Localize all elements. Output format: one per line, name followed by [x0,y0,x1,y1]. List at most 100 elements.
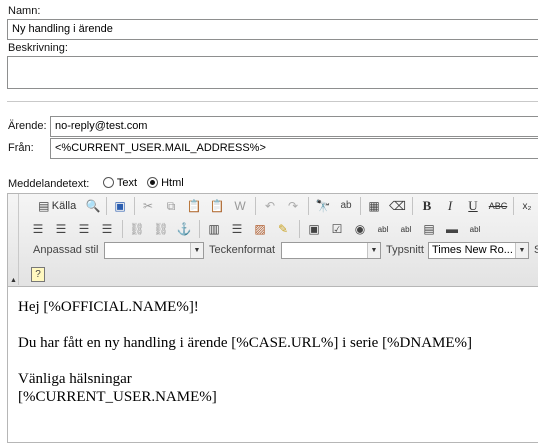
anchor-button[interactable]: ⚓ [175,219,193,239]
strike-button[interactable]: ABC [487,196,509,216]
justify-icon: ☰ [101,222,113,236]
checkbox-button[interactable]: ☑ [328,219,346,239]
about-button[interactable]: ? [29,264,47,284]
hidden-field-button[interactable]: abl [466,219,484,239]
source-button[interactable]: ▤ Källa [31,196,81,216]
redo-icon: ↷ [287,199,299,213]
subject-label: Ärende: [8,120,47,132]
underline-icon: U [468,198,478,213]
chevron-down-icon: ▼ [515,243,528,258]
select-icon: ▤ [423,222,435,236]
italic-button[interactable]: I [441,196,459,216]
radio-html[interactable] [147,177,158,188]
cut-button[interactable]: ✂ [139,196,157,216]
textarea-button[interactable]: abl [397,219,415,239]
replace-button[interactable]: ab [337,196,355,216]
subscript-button[interactable]: x₂ [518,196,536,216]
toolbar-separator [199,220,200,238]
unlink-icon: ⛓ [153,222,169,236]
table-icon: ▥ [208,222,220,236]
toolbar-collapse-strip[interactable] [8,194,19,285]
bold-button[interactable]: B [418,196,436,216]
textfield-button[interactable]: abl [374,219,392,239]
paste-text-icon: 📋 [209,199,225,213]
templates-button[interactable]: ▣ [111,196,129,216]
divider [7,101,538,102]
content-line: Hej [%OFFICIAL.NAME%]! [18,299,199,315]
select-all-button[interactable]: ▦ [365,196,383,216]
style-select[interactable]: ▼ [104,242,204,259]
align-left-button[interactable]: ☰ [29,219,47,239]
radio-button-tool[interactable]: ◉ [351,219,369,239]
button-icon: ▬ [446,222,458,236]
form-icon: ▣ [308,222,320,236]
special-char-button[interactable]: ✎ [274,219,292,239]
format-html-option[interactable]: Html [147,177,184,189]
collapse-arrow-icon[interactable]: ▲ [10,277,17,284]
select-all-icon: ▦ [368,199,380,213]
preview-icon: 🔍 [85,199,101,213]
form-button[interactable]: ▣ [305,219,323,239]
underline-button[interactable]: U [464,196,482,216]
radio-text[interactable] [103,177,114,188]
align-center-button[interactable]: ☰ [52,219,70,239]
select-button[interactable]: ▤ [420,219,438,239]
format-label: Teckenformat [209,244,276,256]
image-button[interactable]: ▨ [251,219,269,239]
italic-icon: I [447,198,453,213]
unlink-button[interactable]: ⛓ [152,219,170,239]
paste-button[interactable]: 📋 [185,196,203,216]
toolbar-separator [360,197,361,215]
preview-button[interactable]: 🔍 [84,196,102,216]
hidden-field-icon: abl [469,224,481,234]
align-right-button[interactable]: ☰ [75,219,93,239]
format-select[interactable]: ▼ [281,242,381,259]
format-text-label: Text [116,177,138,189]
source-icon: ▤ [38,199,50,213]
toolbar-separator [513,197,514,215]
special-char-icon: ✎ [277,222,289,236]
undo-icon: ↶ [264,199,276,213]
link-button[interactable]: ⛓ [128,219,146,239]
font-label: Typsnitt [386,244,424,256]
align-right-icon: ☰ [78,222,90,236]
description-input[interactable] [7,56,538,89]
remove-format-button[interactable]: ⌫ [388,196,406,216]
description-label: Beskrivning: [8,42,68,54]
font-select[interactable]: Times New Ro... ▼ [428,242,529,259]
find-icon: 🔭 [315,199,331,213]
undo-button[interactable]: ↶ [261,196,279,216]
name-input[interactable]: Ny handling i ärende [7,19,538,40]
from-input[interactable]: <%CURRENT_USER.MAIL_ADDRESS%> [50,138,538,159]
image-icon: ▨ [254,222,266,236]
justify-button[interactable]: ☰ [98,219,116,239]
cut-icon: ✂ [142,199,154,213]
format-text-option[interactable]: Text [103,177,137,189]
paste-text-button[interactable]: 📋 [208,196,226,216]
horizontal-rule-icon: ☰ [231,222,243,236]
find-button[interactable]: 🔭 [314,196,332,216]
content-line: [%CURRENT_USER.NAME%] [18,389,217,405]
copy-button[interactable]: ⧉ [162,196,180,216]
subscript-icon: x₂ [522,200,532,212]
strikethrough-icon: ABC [488,201,508,211]
checkbox-icon: ☑ [331,222,343,236]
redo-button[interactable]: ↷ [284,196,302,216]
eraser-icon: ⌫ [389,199,406,213]
textfield-icon: abl [377,224,389,234]
horizontal-rule-button[interactable]: ☰ [228,219,246,239]
table-button[interactable]: ▥ [205,219,223,239]
editor-content[interactable]: Hej [%OFFICIAL.NAME%]! Du har fått en ny… [18,298,472,406]
toolbar-separator [308,197,309,215]
align-left-icon: ☰ [32,222,44,236]
html-editor[interactable]: ▲ ▤ Källa 🔍 ▣ ✂ ⧉ 📋 📋 W ↶ ↷ 🔭 ab ▦ ⌫ B I… [7,193,538,443]
message-text-label: Meddelandetext: [8,178,90,190]
paste-word-button[interactable]: W [231,196,249,216]
content-line: Vänliga hälsningar [18,371,132,387]
textarea-icon: abl [400,224,412,234]
style-label: Anpassad stil [33,244,99,256]
toolbar-separator [412,197,413,215]
subject-input[interactable]: no-reply@test.com [50,116,538,137]
button-button[interactable]: ▬ [443,219,461,239]
link-icon: ⛓ [129,222,145,236]
